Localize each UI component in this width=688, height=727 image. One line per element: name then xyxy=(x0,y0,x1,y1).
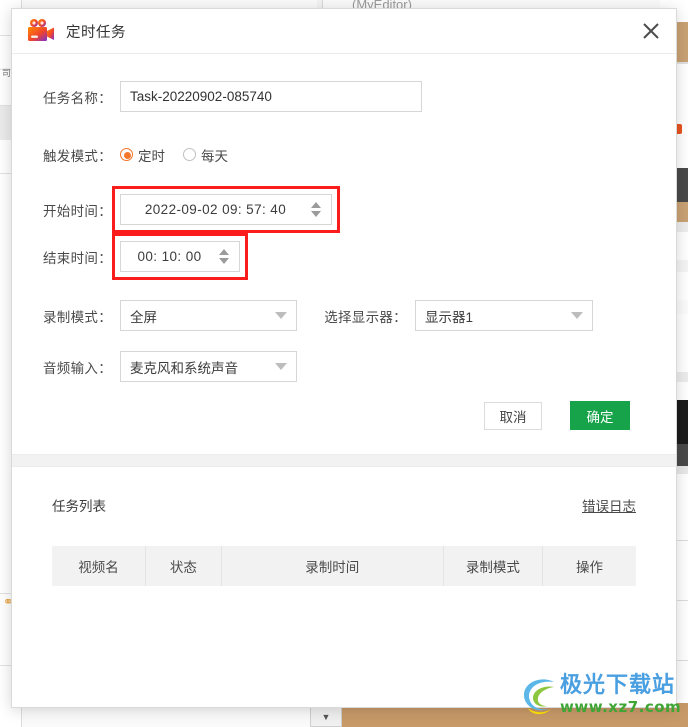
record-mode-select[interactable]: 全屏 xyxy=(120,300,297,331)
dialog-title: 定时任务 xyxy=(66,24,126,41)
task-list-table: 视频名 状态 录制时间 录制模式 操作 xyxy=(52,546,636,586)
task-name-input[interactable] xyxy=(120,81,422,112)
record-mode-row: 录制模式： 全屏 选择显示器： 显示器1 xyxy=(12,299,676,332)
select-monitor-value: 显示器1 xyxy=(425,309,474,325)
select-monitor-label: 选择显示器： xyxy=(324,309,407,325)
select-monitor-select[interactable]: 显示器1 xyxy=(415,300,593,331)
dialog-action-buttons: 取消 确定 xyxy=(12,383,676,430)
audio-input-label: 音频输入： xyxy=(43,360,112,376)
video-camera-icon xyxy=(26,18,56,44)
radio-selected-icon xyxy=(120,148,133,161)
column-header-video-name: 视频名 xyxy=(52,546,146,586)
chevron-down-icon xyxy=(275,312,287,319)
column-header-action: 操作 xyxy=(542,546,636,586)
close-icon[interactable] xyxy=(636,16,666,46)
trigger-mode-option-timed-label: 定时 xyxy=(138,148,165,164)
stepper-down-icon[interactable] xyxy=(310,211,321,217)
task-list-section: 任务列表 错误日志 视频名 状态 录制时间 录制模式 操作 xyxy=(12,467,676,586)
audio-input-row: 音频输入： 麦克风和系统声音 xyxy=(12,350,676,383)
start-time-row: 开始时间： 2022-09-02 09: 57: 40 xyxy=(12,186,676,233)
confirm-button[interactable]: 确定 xyxy=(570,401,630,430)
trigger-mode-option-timed[interactable]: 定时 xyxy=(120,145,165,165)
end-time-input[interactable]: 00: 10: 00 xyxy=(120,241,240,272)
chevron-down-icon xyxy=(571,312,583,319)
trigger-mode-row: 触发模式： 定时 每天 xyxy=(12,138,676,171)
radio-unselected-icon xyxy=(183,148,196,161)
start-time-field-wrap: 2022-09-02 09: 57: 40 xyxy=(112,186,340,233)
scheduled-task-dialog: 定时任务 任务名称： 触发模式： 定时 每天 xyxy=(11,8,677,708)
audio-input-value: 麦克风和系统声音 xyxy=(130,360,238,376)
column-header-record-mode: 录制模式 xyxy=(443,546,544,586)
trigger-mode-radio-group: 定时 每天 xyxy=(120,145,240,165)
trigger-mode-label: 触发模式： xyxy=(43,148,112,164)
record-mode-value: 全屏 xyxy=(130,309,157,325)
audio-input-select[interactable]: 麦克风和系统声音 xyxy=(120,351,297,382)
stepper-up-icon[interactable] xyxy=(218,249,229,255)
task-list-header: 任务列表 错误日志 xyxy=(52,495,636,515)
start-time-input[interactable]: 2022-09-02 09: 57: 40 xyxy=(120,194,332,225)
trigger-mode-option-daily-label: 每天 xyxy=(201,148,228,164)
trigger-mode-option-daily[interactable]: 每天 xyxy=(183,145,228,165)
stepper-down-icon[interactable] xyxy=(218,258,229,264)
start-time-stepper[interactable] xyxy=(308,202,323,217)
task-name-label: 任务名称： xyxy=(43,90,112,106)
end-time-label: 结束时间： xyxy=(43,250,112,266)
start-time-label: 开始时间： xyxy=(43,203,112,219)
column-header-status: 状态 xyxy=(145,546,222,586)
task-name-row: 任务名称： xyxy=(12,80,676,113)
table-header-row: 视频名 状态 录制时间 录制模式 操作 xyxy=(52,546,636,586)
column-header-record-time: 录制时间 xyxy=(221,546,444,586)
background-scroll-down-button[interactable]: ▼ xyxy=(310,707,342,727)
scroll-down-arrow-icon: ▼ xyxy=(321,712,331,722)
error-log-link[interactable]: 错误日志 xyxy=(582,495,636,515)
end-time-stepper[interactable] xyxy=(216,249,231,264)
task-list-title: 任务列表 xyxy=(52,499,106,514)
dialog-titlebar: 定时任务 xyxy=(12,9,676,54)
cancel-button[interactable]: 取消 xyxy=(484,401,542,430)
start-time-value: 2022-09-02 09: 57: 40 xyxy=(144,202,287,217)
chevron-down-icon xyxy=(275,363,287,370)
task-form: 任务名称： 触发模式： 定时 每天 开始时间： 2022-09 xyxy=(12,54,676,430)
end-time-field-wrap: 00: 10: 00 xyxy=(112,233,248,280)
end-time-row: 结束时间： 00: 10: 00 xyxy=(12,233,676,280)
record-mode-label: 录制模式： xyxy=(43,309,112,325)
section-divider xyxy=(12,454,676,467)
end-time-value: 00: 10: 00 xyxy=(137,249,202,264)
stepper-up-icon[interactable] xyxy=(310,202,321,208)
background-glyph: 司 xyxy=(2,68,12,78)
